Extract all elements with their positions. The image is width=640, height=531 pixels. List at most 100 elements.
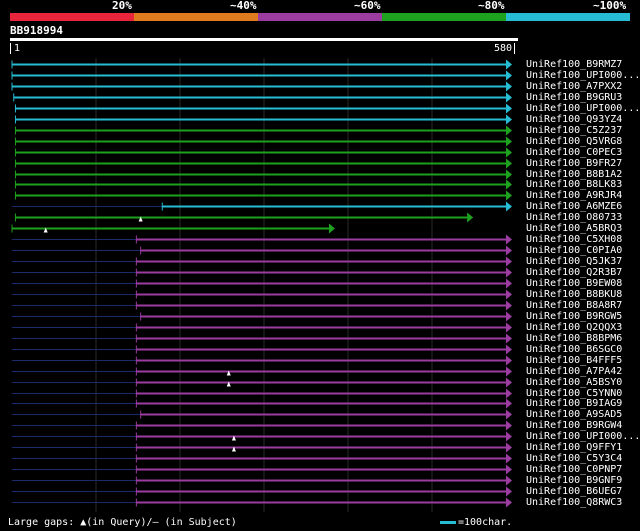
hit-label[interactable]: UniRef100_B8BKU8 — [526, 289, 622, 300]
hit-row[interactable] — [11, 70, 512, 81]
hit-row[interactable] — [12, 267, 512, 278]
hit-arrow — [506, 486, 512, 497]
hit-label[interactable]: UniRef100_B9RMZ7 — [526, 59, 622, 70]
hit-label[interactable]: UniRef100_Q93YZ4 — [526, 114, 622, 125]
hit-label[interactable]: UniRef100_C5YNN0 — [526, 388, 622, 399]
hit-label[interactable]: UniRef100_Q2R3B7 — [526, 267, 622, 278]
hit-arrow — [506, 125, 512, 136]
hit-label[interactable]: UniRef100_B9RGW4 — [526, 420, 622, 431]
hit-row[interactable] — [12, 201, 512, 212]
hit-label[interactable]: UniRef100_B8BPM6 — [526, 333, 622, 344]
hit-label[interactable]: UniRef100_B8B1A2 — [526, 169, 622, 180]
hit-row[interactable] — [12, 475, 512, 486]
hit-label[interactable]: UniRef100_O80733 — [526, 212, 622, 223]
hit-row[interactable] — [12, 234, 512, 245]
hit-arrow — [506, 147, 512, 158]
hit-label[interactable]: UniRef100_Q9FFY1 — [526, 442, 622, 453]
hit-arrow — [467, 212, 474, 223]
hit-arrow — [506, 442, 512, 453]
hit-arrow — [506, 300, 512, 311]
hit-row[interactable] — [12, 388, 512, 399]
hit-arrow — [506, 114, 512, 125]
hit-arrow — [328, 223, 335, 234]
hit-arrow — [506, 355, 512, 366]
hit-arrow — [506, 388, 512, 399]
hit-row[interactable] — [12, 420, 512, 431]
scale-key: =100char. — [440, 517, 512, 528]
hit-label[interactable]: UniRef100_A7PA42 — [526, 366, 622, 377]
hit-row[interactable] — [12, 431, 512, 442]
hit-row[interactable] — [12, 366, 512, 377]
hit-arrow — [506, 464, 512, 475]
hit-label[interactable]: UniRef100_A6MZE6 — [526, 201, 622, 212]
hit-label[interactable]: UniRef100_Q8RWC3 — [526, 497, 622, 508]
hit-label[interactable]: UniRef100_A9RJR4 — [526, 190, 622, 201]
hit-label[interactable]: UniRef100_Q5VRG8 — [526, 136, 622, 147]
hit-row[interactable] — [12, 344, 512, 355]
hit-label[interactable]: UniRef100_Q5JK37 — [526, 256, 622, 267]
hit-label[interactable]: UniRef100_UPI000... — [526, 431, 640, 442]
hit-arrow — [506, 245, 512, 256]
hit-label[interactable]: UniRef100_C5Y3C4 — [526, 453, 622, 464]
hit-arrow — [506, 409, 512, 420]
hit-row[interactable] — [12, 289, 512, 300]
hit-label[interactable]: UniRef100_C5Z237 — [526, 125, 622, 136]
hit-row[interactable] — [12, 245, 512, 256]
hit-row[interactable] — [12, 322, 512, 333]
hit-row[interactable] — [11, 81, 512, 92]
hit-arrow — [506, 81, 512, 92]
hit-row[interactable] — [12, 377, 512, 388]
hit-label[interactable]: UniRef100_C0PEC3 — [526, 147, 622, 158]
hit-label[interactable]: UniRef100_UPI000... — [526, 103, 640, 114]
hit-arrow — [506, 158, 512, 169]
hit-row[interactable] — [12, 453, 512, 464]
hit-label[interactable]: UniRef100_B6UEG7 — [526, 486, 622, 497]
hit-row[interactable] — [12, 300, 512, 311]
hit-label[interactable]: UniRef100_B6SGC0 — [526, 344, 622, 355]
hit-row[interactable] — [12, 409, 512, 420]
scale-key-bar — [440, 520, 456, 524]
hit-row[interactable] — [12, 486, 512, 497]
hit-label[interactable]: UniRef100_A9SAD5 — [526, 409, 622, 420]
hit-label[interactable]: UniRef100_B9GRU3 — [526, 92, 622, 103]
hit-arrow — [506, 59, 512, 70]
hit-row[interactable] — [12, 355, 512, 366]
hit-row[interactable] — [12, 333, 512, 344]
hit-arrow — [506, 453, 512, 464]
hit-label[interactable]: UniRef100_B9FR27 — [526, 158, 622, 169]
hit-row[interactable] — [11, 223, 335, 234]
hit-label[interactable]: UniRef100_B8LK83 — [526, 179, 622, 190]
hit-label[interactable]: UniRef100_Q2QQX3 — [526, 322, 622, 333]
hit-arrow — [506, 497, 512, 508]
hit-arrow — [506, 289, 512, 300]
hit-row[interactable] — [13, 92, 512, 103]
hit-label[interactable]: UniRef100_C0PNP7 — [526, 464, 622, 475]
hit-label[interactable]: UniRef100_B9RGW5 — [526, 311, 622, 322]
hit-arrow — [506, 475, 512, 486]
hit-label[interactable]: UniRef100_B8A8R7 — [526, 300, 622, 311]
hit-label[interactable]: UniRef100_C0PIA0 — [526, 245, 622, 256]
hit-label[interactable]: UniRef100_A5BSY0 — [526, 377, 622, 388]
hit-label[interactable]: UniRef100_B9IAG9 — [526, 398, 622, 409]
hit-label[interactable]: UniRef100_A7PXX2 — [526, 81, 622, 92]
hit-row[interactable] — [14, 212, 474, 223]
large-gaps-legend: Large gaps: ▲(in Query)/– (in Subject) — [8, 517, 237, 528]
hit-label[interactable]: UniRef100_B9GNF9 — [526, 475, 622, 486]
hit-label[interactable]: UniRef100_A5BRQ3 — [526, 223, 622, 234]
hit-label[interactable]: UniRef100_B4FFF5 — [526, 355, 622, 366]
hit-row[interactable] — [12, 311, 512, 322]
hit-row[interactable] — [12, 442, 512, 453]
hit-row[interactable] — [12, 464, 512, 475]
hit-label[interactable]: UniRef100_C5XH08 — [526, 234, 622, 245]
hit-row[interactable] — [12, 278, 512, 289]
hit-arrow — [506, 311, 512, 322]
hit-label[interactable]: UniRef100_B9EW08 — [526, 278, 622, 289]
hit-arrow — [506, 136, 512, 147]
hit-arrow — [506, 333, 512, 344]
hit-row[interactable] — [11, 59, 512, 70]
hit-row[interactable] — [12, 497, 512, 508]
hit-label[interactable]: UniRef100_UPI000... — [526, 70, 640, 81]
hit-arrow — [506, 278, 512, 289]
hit-row[interactable] — [12, 256, 512, 267]
hit-row[interactable] — [12, 398, 512, 409]
